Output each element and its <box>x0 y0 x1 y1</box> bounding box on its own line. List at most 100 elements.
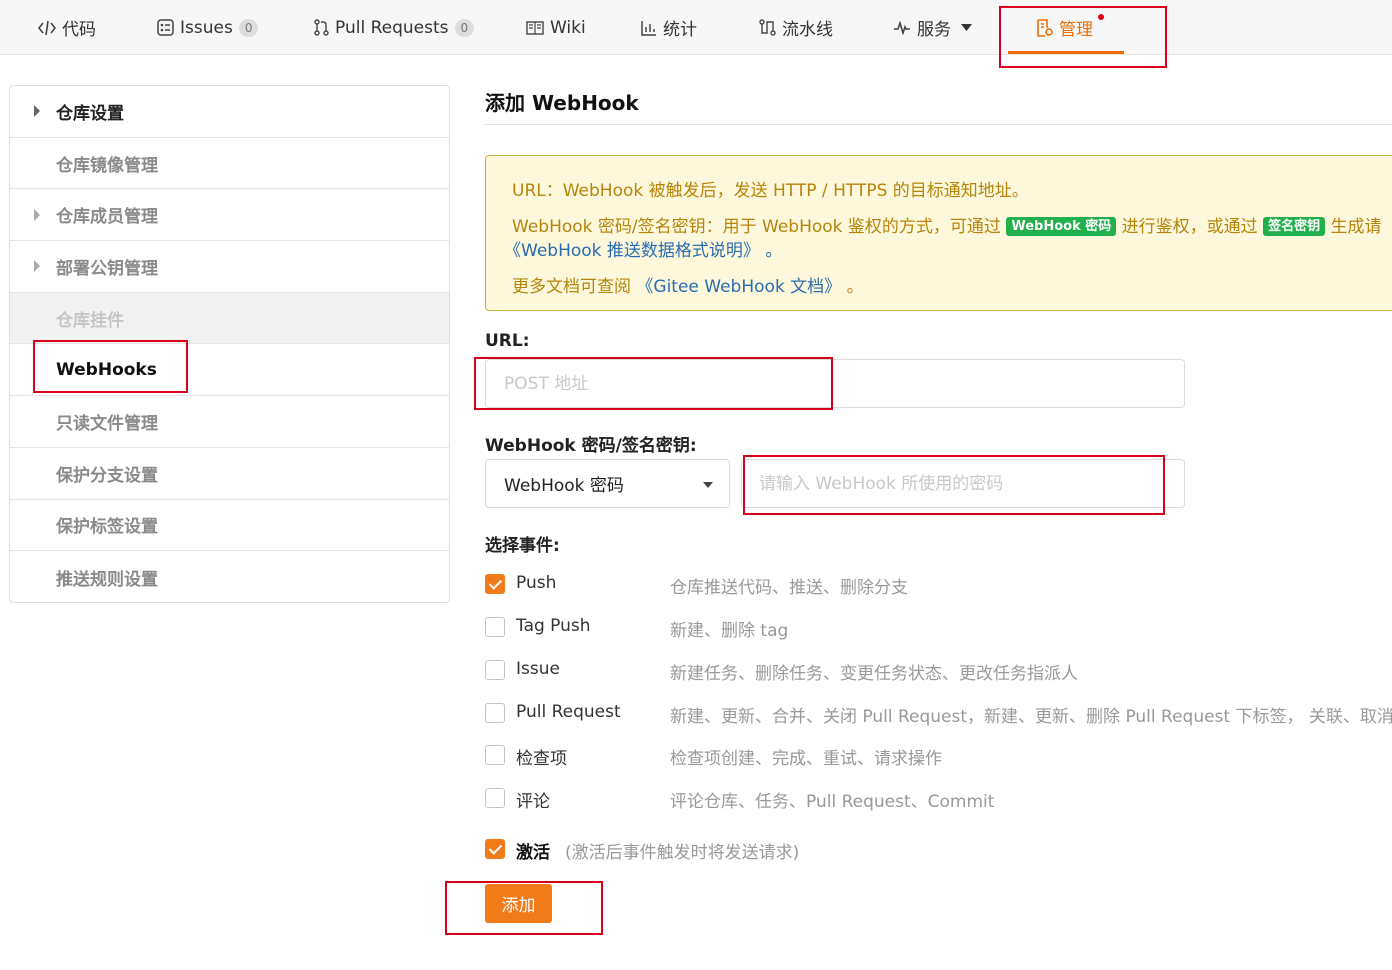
event-name: Tag Push <box>516 616 591 636</box>
settings-sidebar: 仓库设置 仓库镜像管理 仓库成员管理 部署公钥管理 仓库挂件 WebHooks … <box>9 85 450 603</box>
tab-services-dropdown[interactable]: 服务 <box>893 0 972 55</box>
page-title: 添加 WebHook <box>485 91 639 115</box>
notice-docs-tail: 。 <box>846 277 864 297</box>
caret-down-icon <box>961 24 972 31</box>
sidebar-item-members[interactable]: 仓库成员管理 <box>10 189 449 242</box>
event-row-check: 检查项 检查项创建、完成、重试、请求操作 <box>485 744 1392 769</box>
secret-label: WebHook 密码/签名密钥: <box>485 436 697 456</box>
tab-stats-label: 统计 <box>663 20 697 40</box>
event-row-push: Push 仓库推送代码、推送、删除分支 <box>485 573 1392 598</box>
event-name: 检查项 <box>516 749 567 769</box>
active-tab-indicator <box>1008 51 1124 54</box>
notice-secret-text-3: 生成请 <box>1330 217 1382 237</box>
tab-manage-label: 管理 <box>1059 20 1093 40</box>
event-description: 仓库推送代码、推送、删除分支 <box>670 578 908 598</box>
sidebar-item-protected-branches[interactable]: 保护分支设置 <box>10 448 449 500</box>
tab-code-label: 代码 <box>62 20 96 40</box>
notice-docs-text: 更多文档可查阅 <box>512 277 631 297</box>
event-description: 评论仓库、任务、Pull Request、Commit <box>670 792 995 812</box>
activate-label: 激活 <box>516 843 550 863</box>
push-checkbox[interactable] <box>485 574 505 594</box>
tab-wiki[interactable]: Wiki <box>526 0 586 55</box>
repo-nav-bar: 代码 Issues 0 Pull Requests 0 Wiki 统计 流水线 <box>0 0 1392 55</box>
notification-dot <box>1098 14 1104 20</box>
pulse-icon <box>893 20 911 35</box>
caret-down-icon <box>703 482 713 488</box>
notice-secret-text: WebHook 密码/签名密钥：用于 WebHook 鉴权的方式，可通过 <box>512 217 1001 237</box>
webhook-info-notice: URL：WebHook 被触发后，发送 HTTP / HTTPS 的目标通知地址… <box>485 155 1392 311</box>
tab-code[interactable]: 代码 <box>38 0 96 55</box>
push-data-format-link[interactable]: 《WebHook 推送数据格式说明》 <box>504 241 760 261</box>
sidebar-item-label: 仓库镜像管理 <box>56 155 158 176</box>
event-row-issue: Issue 新建任务、删除任务、变更任务状态、更改任务指派人 <box>485 659 1392 684</box>
sidebar-item-mirror[interactable]: 仓库镜像管理 <box>10 138 449 190</box>
sidebar-item-protected-tags[interactable]: 保护标签设置 <box>10 500 449 552</box>
sidebar-item-label: 仓库设置 <box>56 103 124 124</box>
sidebar-item-label: 保护标签设置 <box>56 517 158 538</box>
notice-format-line: 《WebHook 推送数据格式说明》 。 <box>504 236 782 261</box>
webhook-password-input[interactable] <box>741 459 1185 508</box>
sidebar-item-readonly-files[interactable]: 只读文件管理 <box>10 396 449 448</box>
pull-requests-count-badge: 0 <box>454 18 475 37</box>
pipeline-icon <box>759 19 776 36</box>
check-checkbox[interactable] <box>485 745 505 765</box>
sidebar-item-deploy-keys[interactable]: 部署公钥管理 <box>10 241 449 293</box>
signing-key-tag: 签名密钥 <box>1263 217 1326 236</box>
sidebar-item-label: 推送规则设置 <box>56 569 158 590</box>
bar-chart-icon <box>641 20 657 36</box>
secret-type-select[interactable]: WebHook 密码 <box>485 459 730 508</box>
book-icon <box>526 20 544 35</box>
webhook-password-tag: WebHook 密码 <box>1006 217 1117 236</box>
tab-pipeline[interactable]: 流水线 <box>759 0 833 55</box>
sidebar-item-push-rules[interactable]: 推送规则设置 <box>10 551 449 602</box>
code-icon <box>38 20 56 36</box>
tab-pull-requests-label: Pull Requests <box>335 17 449 38</box>
tab-services-label: 服务 <box>917 20 951 40</box>
secret-type-value: WebHook 密码 <box>504 476 624 496</box>
issue-checkbox[interactable] <box>485 660 505 680</box>
pull-request-checkbox[interactable] <box>485 703 505 723</box>
event-name: Issue <box>516 659 560 679</box>
event-description: 新建、删除 tag <box>670 621 789 641</box>
event-description: 检查项创建、完成、重试、请求操作 <box>670 749 942 769</box>
sidebar-item-repo-settings[interactable]: 仓库设置 <box>10 86 449 138</box>
tab-issues[interactable]: Issues 0 <box>157 0 259 55</box>
notice-docs-line: 更多文档可查阅 《Gitee WebHook 文档》 。 <box>512 272 864 297</box>
event-row-tag-push: Tag Push 新建、删除 tag <box>485 616 1392 641</box>
sidebar-item-label: WebHooks <box>56 359 157 380</box>
tag-push-checkbox[interactable] <box>485 617 505 637</box>
manage-icon <box>1036 18 1053 37</box>
title-divider <box>485 124 1392 125</box>
issue-icon <box>157 19 174 36</box>
tab-manage[interactable]: 管理 <box>1036 0 1093 55</box>
add-webhook-button[interactable]: 添加 <box>485 884 552 923</box>
comment-checkbox[interactable] <box>485 788 505 808</box>
tab-pull-requests[interactable]: Pull Requests 0 <box>314 0 475 55</box>
sidebar-item-label: 仓库挂件 <box>56 310 124 331</box>
gitee-webhook-docs-link[interactable]: 《Gitee WebHook 文档》 <box>636 277 841 297</box>
tab-pipeline-label: 流水线 <box>782 20 833 40</box>
events-label: 选择事件: <box>485 536 560 556</box>
activate-hint: (激活后事件触发时将发送请求) <box>565 843 800 863</box>
tab-wiki-label: Wiki <box>550 17 586 38</box>
notice-url-line: URL：WebHook 被触发后，发送 HTTP / HTTPS 的目标通知地址… <box>512 181 1029 201</box>
url-input[interactable] <box>485 359 1185 408</box>
pull-request-icon <box>314 19 329 36</box>
sidebar-item-webhooks[interactable]: WebHooks <box>10 344 449 397</box>
sidebar-item-label: 仓库成员管理 <box>56 207 158 228</box>
url-label: URL: <box>485 331 530 351</box>
sidebar-item-label: 部署公钥管理 <box>56 258 158 279</box>
sidebar-item-label: 只读文件管理 <box>56 413 158 434</box>
tab-stats[interactable]: 统计 <box>641 0 697 55</box>
event-name: 评论 <box>516 792 550 812</box>
sidebar-item-label: 保护分支设置 <box>56 465 158 486</box>
issues-count-badge: 0 <box>238 18 259 37</box>
activate-checkbox[interactable] <box>485 839 505 859</box>
event-name: Push <box>516 573 557 593</box>
sidebar-item-widgets: 仓库挂件 <box>10 292 449 345</box>
notice-secret-line: WebHook 密码/签名密钥：用于 WebHook 鉴权的方式，可通过 Web… <box>512 212 1382 237</box>
event-description: 新建、更新、合并、关闭 Pull Request，新建、更新、删除 Pull R… <box>670 707 1392 726</box>
tab-issues-label: Issues <box>180 17 233 38</box>
event-description: 新建任务、删除任务、变更任务状态、更改任务指派人 <box>670 664 1078 684</box>
event-name: Pull Request <box>516 702 621 722</box>
